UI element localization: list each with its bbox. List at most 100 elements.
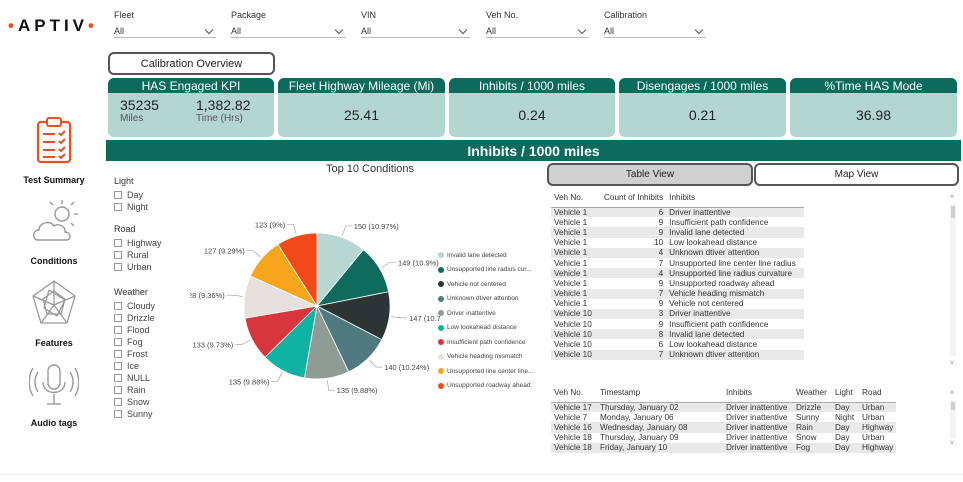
col-header-inhibits[interactable]: Inhibits	[723, 384, 793, 402]
table-cell: Rain	[793, 422, 832, 433]
scroll-up-arrow[interactable]: ˄	[950, 390, 954, 397]
table-row[interactable]: Vehicle 10 8 Invalid lane detected	[551, 329, 805, 340]
col-header-weather[interactable]: Weather	[793, 384, 832, 402]
nav-features[interactable]: Features	[14, 276, 94, 350]
legend-item[interactable]: Invalid lane detected	[438, 248, 548, 263]
slicer-road-option[interactable]: Rural	[114, 249, 194, 261]
filter-vin-dropdown[interactable]: All	[361, 25, 470, 38]
table-row[interactable]: Vehicle 1 6 Driver inattentive	[551, 207, 805, 218]
nav-audio-tags-label: Audio tags	[30, 418, 78, 428]
col-header-timestamp[interactable]: Timestamp	[597, 384, 723, 402]
table-row[interactable]: Vehicle 1 9 Vehicle not centered	[551, 299, 804, 309]
checkbox[interactable]	[114, 263, 122, 271]
scrollbar-thumb[interactable]	[951, 402, 955, 410]
checkbox[interactable]	[114, 398, 122, 406]
table-row[interactable]: Vehicle 10 6 Low lookahead distance	[551, 339, 804, 349]
table-row[interactable]: Vehicle 1 7 Unsupported line center line r…	[551, 258, 804, 268]
col-header-road[interactable]: Road	[859, 384, 896, 402]
nav-audio-tags[interactable]: Audio tags	[14, 358, 94, 432]
legend-item[interactable]: Driver inattentive	[438, 306, 548, 321]
table-row[interactable]: Vehicle 1 9 Insufficient path confidence	[551, 217, 804, 227]
slicer-weather-option[interactable]: Sunny	[114, 408, 194, 420]
table-row[interactable]: Vehicle 18 Friday, January 10 Driver inatt…	[551, 442, 897, 453]
slicer-weather-option[interactable]: Rain	[114, 384, 194, 396]
pie-data-label: 150 (10.97%)	[354, 222, 400, 231]
checkbox[interactable]	[114, 338, 122, 346]
slicer-road-option[interactable]: Urban	[114, 261, 194, 273]
footer-divider	[0, 474, 963, 475]
scroll-down-arrow[interactable]: ˅	[950, 360, 954, 367]
table-row[interactable]: Vehicle 7 Monday, January 06 Driver inatte…	[551, 412, 896, 422]
slicer-weather-option[interactable]: Drizzle	[114, 312, 194, 324]
checkbox[interactable]	[114, 251, 122, 259]
scrollbar-thumb[interactable]	[951, 206, 955, 218]
scrollbar-track[interactable]	[950, 204, 956, 356]
table-row[interactable]: Vehicle 1 7 Vehicle heading mismatch	[551, 288, 805, 299]
table-view-button[interactable]: Table View	[547, 163, 753, 186]
slicer-weather-option[interactable]: Ice	[114, 360, 194, 372]
legend-item[interactable]: Unsupported line center line...	[438, 364, 548, 379]
legend-item[interactable]: Unsupported line radius cur...	[438, 263, 548, 278]
checkbox[interactable]	[114, 326, 122, 334]
table-cell: Day	[832, 402, 859, 413]
slicer-light-option[interactable]: Day	[114, 189, 194, 201]
legend-item[interactable]: Unsupported roadway ahead	[438, 379, 548, 394]
slicer-weather-option[interactable]: NULL	[114, 372, 194, 384]
legend-item[interactable]: Vehicle heading mismatch	[438, 350, 548, 365]
col-header-veh-no[interactable]: Veh No.	[551, 384, 597, 402]
checkbox[interactable]	[114, 374, 122, 382]
checkbox[interactable]	[114, 410, 122, 418]
filter-package-dropdown[interactable]: All	[231, 25, 346, 38]
table-cell: Vehicle 10	[554, 319, 592, 329]
table-row[interactable]: Vehicle 10 3 Driver inattentive	[551, 308, 805, 320]
table-row[interactable]: Vehicle 1 4 Unsupported line radius curvat…	[551, 268, 805, 279]
legend-swatch	[438, 324, 444, 331]
table-row[interactable]: Vehicle 1 10 Low lookahead distance	[551, 238, 804, 248]
table-row[interactable]: Vehicle 1 4 Unknown dtiver attention	[551, 247, 805, 258]
pie-leader-line	[235, 339, 251, 345]
slicer-light-option[interactable]: Night	[114, 201, 194, 213]
table-row[interactable]: Vehicle 17 Thursday, January 02 Driver ina…	[551, 402, 897, 413]
filter-calibration-dropdown[interactable]: All	[604, 25, 706, 38]
scroll-down-arrow[interactable]: ˅	[950, 440, 954, 447]
filter-fleet-dropdown[interactable]: All	[114, 25, 216, 38]
col-header-inhibits[interactable]: Inhibits	[666, 189, 804, 207]
table-row[interactable]: Vehicle 10 9 Insufficient path confidence	[551, 319, 804, 329]
kpi-disengages-value: 0.21	[688, 107, 717, 123]
checkbox[interactable]	[114, 191, 122, 199]
slicer-weather-option[interactable]: Fog	[114, 336, 194, 348]
checkbox[interactable]	[114, 350, 122, 358]
table-row[interactable]: Vehicle 1 9 Unsupported roadway ahead	[551, 278, 804, 288]
checkbox[interactable]	[114, 362, 122, 370]
checkbox[interactable]	[114, 314, 122, 322]
legend-item[interactable]: Unknown dtiver attention	[438, 292, 548, 307]
table-row[interactable]: Vehicle 18 Thursday, January 09 Driver ina…	[551, 433, 896, 443]
map-view-button[interactable]: Map View	[754, 163, 959, 186]
table-row[interactable]: Vehicle 16 Wednesday, January 08 Driver in…	[551, 422, 897, 433]
slicer-road-option[interactable]: Highway	[114, 237, 194, 249]
legend-item[interactable]: Low lookahead distance	[438, 321, 548, 336]
filter-vehno-dropdown[interactable]: All	[486, 25, 589, 38]
slicer-weather-option[interactable]: Cloudy	[114, 300, 194, 312]
checkbox[interactable]	[114, 239, 122, 247]
pie-data-label: 135 (9.88%)	[229, 377, 270, 386]
legend-item[interactable]: Insufficient path confidence	[438, 335, 548, 350]
nav-conditions[interactable]: Conditions	[14, 194, 94, 268]
legend-swatch	[438, 339, 444, 346]
nav-test-summary[interactable]: Test Summary	[14, 112, 94, 190]
table-row[interactable]: Vehicle 1 9 Invalid lane detected	[551, 227, 805, 238]
col-header-count[interactable]: Count of Inhibits	[601, 189, 666, 207]
col-header-light[interactable]: Light	[832, 384, 859, 402]
calibration-overview-button[interactable]: Calibration Overview	[108, 52, 275, 75]
legend-item[interactable]: Vehicle not centered	[438, 277, 548, 292]
checkbox[interactable]	[114, 302, 122, 310]
scroll-up-arrow[interactable]: ˄	[950, 194, 954, 201]
checkbox[interactable]	[114, 203, 122, 211]
checkbox[interactable]	[114, 386, 122, 394]
col-header-veh-no[interactable]: Veh No.	[551, 189, 601, 207]
table-cell: Vehicle 1	[551, 207, 601, 218]
slicer-weather-option[interactable]: Snow	[114, 396, 194, 408]
slicer-weather-option[interactable]: Flood	[114, 324, 194, 336]
slicer-weather-option[interactable]: Frost	[114, 348, 194, 360]
table-row[interactable]: Vehicle 10 7 Unknown dtiver attention	[551, 349, 805, 360]
